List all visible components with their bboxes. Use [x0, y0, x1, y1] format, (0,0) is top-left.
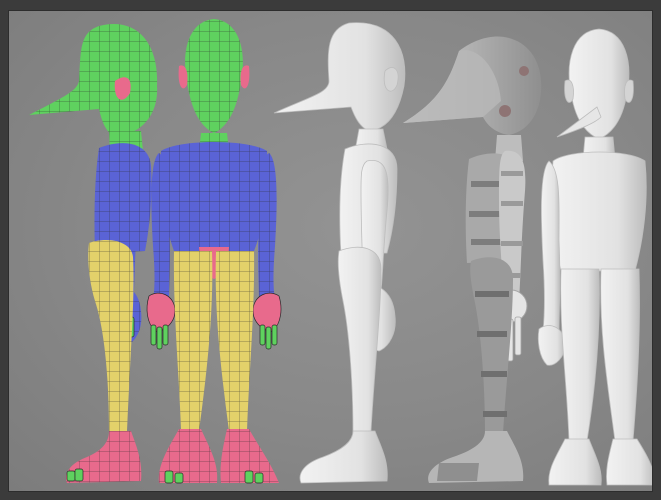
- uv-textured-figure: [403, 36, 542, 483]
- polygroup-side-figure: [29, 24, 158, 483]
- polygroup-front-figure: [146, 19, 282, 484]
- character-model-sheet: [29, 19, 652, 486]
- sculpt-side-figure: [273, 22, 406, 484]
- sculpt-front-figure: [537, 28, 652, 486]
- render-viewport: [9, 11, 652, 491]
- viewport-frame: [8, 10, 653, 492]
